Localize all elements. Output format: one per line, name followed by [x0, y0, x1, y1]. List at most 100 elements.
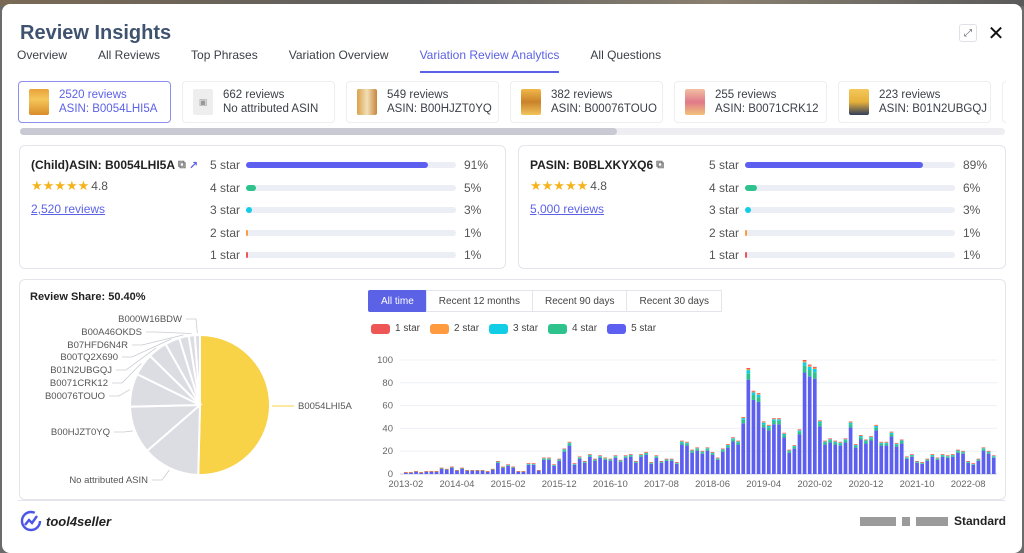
bar-segment-5-star[interactable] — [511, 467, 516, 474]
bar-segment-1-star[interactable] — [444, 468, 449, 470]
bar-segment-5-star[interactable] — [567, 445, 572, 474]
bar-segment-4-star[interactable] — [577, 457, 582, 459]
bar-segment-1-star[interactable] — [664, 458, 669, 460]
bar-segment-5-star[interactable] — [940, 456, 945, 474]
bar-segment-5-star[interactable] — [715, 459, 720, 474]
bar-segment-4-star[interactable] — [910, 455, 914, 457]
bar-segment-3-star[interactable] — [838, 442, 843, 444]
bar-segment-1-star[interactable] — [823, 440, 827, 442]
bar-segment-4-star[interactable] — [935, 458, 940, 460]
bar-segment-1-star[interactable] — [904, 456, 909, 458]
bar-segment-4-star[interactable] — [598, 456, 602, 458]
bar-segment-2-star[interactable] — [802, 361, 807, 363]
bar-segment-1-star[interactable] — [649, 462, 654, 463]
bar-segment-5-star[interactable] — [915, 462, 919, 474]
bar-segment-5-star[interactable] — [450, 467, 454, 474]
bar-segment-1-star[interactable] — [818, 420, 822, 421]
bar-segment-2-star[interactable] — [741, 417, 746, 419]
bar-segment-4-star[interactable] — [582, 462, 587, 463]
reviews-link[interactable]: 2,520 reviews — [31, 202, 105, 216]
bar-segment-1-star[interactable] — [981, 447, 986, 449]
bar-segment-5-star[interactable] — [608, 460, 613, 474]
bar-segment-5-star[interactable] — [874, 430, 878, 474]
copy-icon[interactable]: ⧉ — [656, 159, 664, 172]
bar-segment-1-star[interactable] — [940, 454, 945, 455]
bar-segment-5-star[interactable] — [664, 460, 669, 474]
bar-segment-1-star[interactable] — [971, 463, 976, 464]
bar-segment-4-star[interactable] — [547, 458, 551, 460]
bar-segment-3-star[interactable] — [956, 450, 960, 452]
bar-segment-5-star[interactable] — [557, 460, 562, 474]
bar-segment-4-star[interactable] — [634, 462, 638, 463]
copy-icon[interactable]: ⧉ — [178, 159, 186, 172]
bar-segment-3-star[interactable] — [879, 442, 884, 444]
legend-item[interactable]: 4 star — [548, 323, 597, 334]
bar-segment-1-star[interactable] — [628, 454, 633, 455]
bar-segment-5-star[interactable] — [971, 464, 976, 474]
bar-segment-1-star[interactable] — [506, 464, 510, 465]
bar-segment-3-star[interactable] — [751, 392, 756, 395]
bar-segment-5-star[interactable] — [419, 472, 424, 474]
bar-segment-1-star[interactable] — [950, 454, 955, 455]
bar-segment-1-star[interactable] — [812, 366, 817, 368]
bar-segment-1-star[interactable] — [935, 457, 940, 459]
bar-segment-5-star[interactable] — [787, 452, 792, 474]
bar-segment-3-star[interactable] — [685, 442, 689, 444]
bar-segment-1-star[interactable] — [618, 459, 623, 461]
bar-segment-3-star[interactable] — [910, 454, 914, 456]
bar-segment-5-star[interactable] — [761, 427, 766, 474]
bar-segment-4-star[interactable] — [761, 424, 766, 428]
bar-segment-1-star[interactable] — [439, 467, 444, 469]
bar-segment-1-star[interactable] — [557, 458, 562, 460]
reviews-link[interactable]: 5,000 reviews — [530, 202, 604, 216]
bar-segment-1-star[interactable] — [531, 463, 536, 464]
bar-segment-1-star[interactable] — [577, 456, 582, 458]
bar-segment-1-star[interactable] — [746, 367, 751, 370]
bar-segment-5-star[interactable] — [536, 470, 541, 474]
tab-overview[interactable]: Overview — [17, 48, 67, 74]
bar-segment-4-star[interactable] — [705, 449, 710, 451]
bar-segment-5-star[interactable] — [853, 447, 858, 474]
bar-segment-1-star[interactable] — [792, 445, 797, 446]
bar-segment-5-star[interactable] — [542, 459, 546, 474]
bar-segment-5-star[interactable] — [925, 460, 930, 474]
bar-segment-1-star[interactable] — [853, 444, 858, 445]
bar-segment-3-star[interactable] — [869, 437, 873, 439]
bar-segment-3-star[interactable] — [654, 456, 659, 457]
bar-segment-5-star[interactable] — [690, 452, 694, 474]
bar-segment-3-star[interactable] — [792, 446, 797, 447]
bar-segment-4-star[interactable] — [848, 424, 853, 428]
bar-segment-1-star[interactable] — [726, 444, 730, 445]
bar-segment-5-star[interactable] — [475, 470, 480, 474]
bar-segment-3-star[interactable] — [772, 419, 776, 421]
bar-segment-1-star[interactable] — [598, 455, 602, 456]
bar-segment-1-star[interactable] — [930, 454, 935, 455]
bar-segment-5-star[interactable] — [526, 464, 531, 474]
bar-segment-5-star[interactable] — [812, 378, 817, 474]
bar-segment-5-star[interactable] — [705, 450, 710, 474]
bar-segment-1-star[interactable] — [434, 471, 439, 472]
bar-segment-1-star[interactable] — [879, 441, 884, 443]
bar-segment-4-star[interactable] — [603, 458, 608, 460]
bar-segment-5-star[interactable] — [746, 379, 751, 474]
bar-segment-1-star[interactable] — [802, 360, 807, 362]
bar-segment-4-star[interactable] — [608, 459, 613, 461]
bar-segment-5-star[interactable] — [496, 462, 500, 474]
bar-segment-3-star[interactable] — [884, 442, 889, 444]
bar-segment-3-star[interactable] — [680, 441, 684, 443]
bar-segment-5-star[interactable] — [460, 468, 464, 474]
bar-segment-1-star[interactable] — [511, 466, 516, 468]
bar-segment-3-star[interactable] — [766, 425, 771, 428]
bar-segment-3-star[interactable] — [756, 394, 761, 398]
bar-segment-3-star[interactable] — [843, 439, 848, 441]
bar-segment-1-star[interactable] — [485, 471, 490, 472]
bar-segment-1-star[interactable] — [920, 462, 924, 463]
bar-segment-1-star[interactable] — [884, 441, 889, 443]
bar-segment-3-star[interactable] — [833, 441, 838, 443]
bar-segment-4-star[interactable] — [904, 457, 909, 459]
bar-segment-1-star[interactable] — [404, 472, 408, 473]
bar-segment-5-star[interactable] — [956, 452, 960, 474]
bar-segment-1-star[interactable] — [669, 458, 674, 460]
bar-segment-1-star[interactable] — [475, 470, 480, 471]
bar-segment-5-star[interactable] — [848, 427, 853, 474]
